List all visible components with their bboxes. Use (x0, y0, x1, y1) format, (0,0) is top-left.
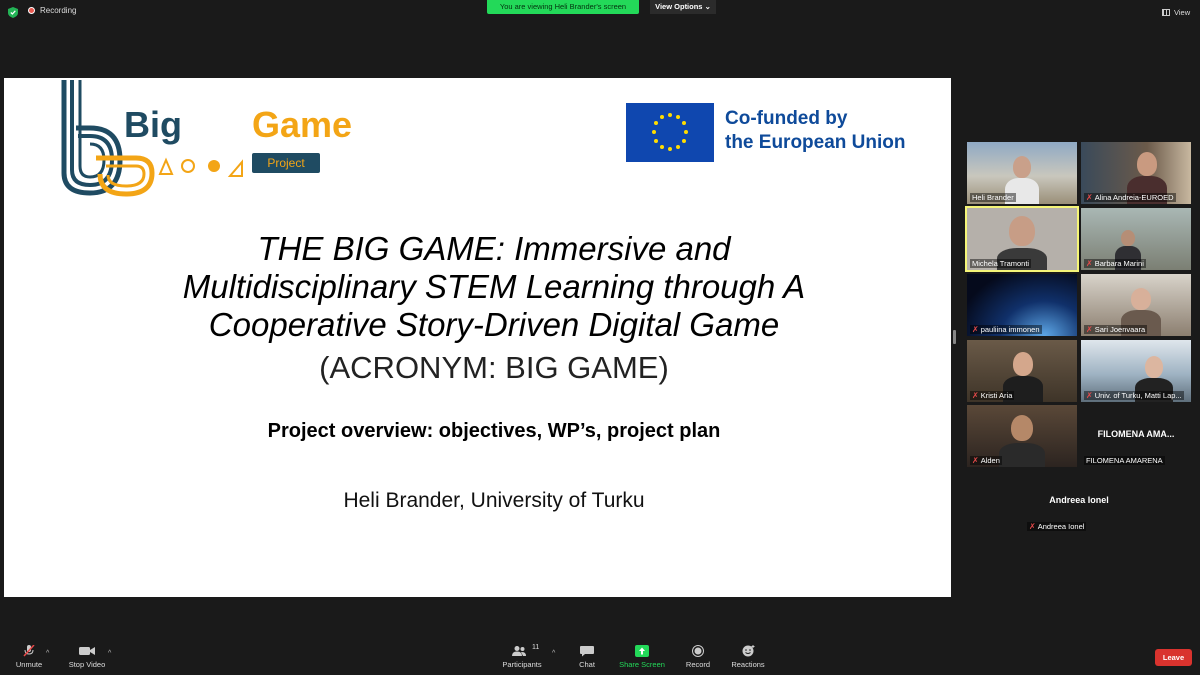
muted-mic-icon: ✗ (1086, 259, 1093, 268)
title-line-2: Multidisciplinary STEM Learning through … (182, 268, 806, 305)
participant-name: ✗ pauliina immonen (970, 325, 1042, 334)
muted-mic-icon: ✗ (1086, 193, 1093, 202)
chevron-down-icon: ⌄ (704, 2, 711, 11)
gallery-grid-icon (1162, 9, 1170, 16)
participant-name: Michela Tramonti (970, 259, 1032, 268)
participant-name: ✗ Alina Andreia-EUROED (1084, 193, 1176, 202)
muted-mic-icon (23, 645, 35, 657)
recording-indicator[interactable]: Recording (28, 6, 76, 15)
record-label: Record (685, 660, 711, 669)
participant-tile-active-speaker[interactable]: Michela Tramonti (965, 206, 1079, 272)
muted-mic-icon: ✗ (972, 391, 979, 400)
title-line-1: THE BIG GAME: Immersive and (257, 230, 731, 267)
unmute-button[interactable]: Unmute (4, 645, 54, 669)
view-options-label: View Options (655, 2, 703, 11)
reactions-button[interactable]: Reactions (723, 645, 773, 669)
panel-resize-handle[interactable] (953, 330, 956, 344)
participant-video (1013, 156, 1031, 178)
slide-author: Heli Brander, University of Turku (343, 489, 645, 512)
muted-mic-icon: ✗ (1086, 325, 1093, 334)
muted-mic-icon: ✗ (972, 456, 979, 465)
chat-label: Chat (579, 660, 595, 669)
participant-name: ✗ Andreea Ionel (1027, 522, 1087, 531)
security-shield-icon[interactable] (8, 7, 18, 18)
big-game-logo: Big Game Project (56, 78, 352, 198)
participant-name: ✗ Barbara Marini (1084, 259, 1146, 268)
participant-name: ✗ Alden (970, 456, 1002, 465)
shared-screen-slide: Big Game Project Co-funded by the Europe… (4, 78, 951, 597)
participant-tile[interactable]: ✗ Alina Andreia-EUROED (1081, 142, 1191, 204)
participant-video (1145, 356, 1163, 378)
smiley-reaction-icon (742, 645, 755, 657)
participant-tile[interactable]: ✗ pauliina immonen (967, 274, 1077, 336)
reactions-label: Reactions (731, 660, 765, 669)
video-camera-icon (79, 647, 95, 655)
participants-options-caret-icon[interactable]: ^ (552, 650, 555, 657)
record-icon (692, 645, 704, 657)
participant-video (1121, 230, 1135, 246)
audio-options-caret-icon[interactable]: ^ (46, 650, 49, 657)
title-line-3: Cooperative Story-Driven Digital Game (208, 306, 780, 343)
participant-name: Heli Brander (970, 193, 1016, 202)
slide-acronym: (ACRONYM: BIG GAME) (319, 350, 669, 385)
meeting-toolbar: Unmute ^ Stop Video ^ 11 Participants ^ (0, 640, 1200, 675)
eu-line-1: Co-funded by (725, 108, 848, 129)
eu-flag-icon (626, 103, 714, 162)
logo-text-game: Game (252, 104, 353, 145)
muted-mic-icon: ✗ (972, 325, 979, 334)
participant-tile[interactable]: ✗ Univ. of Turku, Matti Lap... (1081, 340, 1191, 402)
recording-dot-icon (28, 7, 35, 14)
chat-bubble-icon (580, 646, 594, 657)
recording-label: Recording (40, 6, 77, 15)
participant-name: ✗ Kristi Aria (970, 391, 1015, 400)
leave-meeting-button[interactable]: Leave (1155, 649, 1192, 666)
participant-name: ✗ Sari Joenvaara (1084, 325, 1148, 334)
participants-count: 11 (532, 644, 540, 651)
participant-tile[interactable]: Heli Brander (967, 142, 1077, 204)
muted-mic-icon: ✗ (1029, 522, 1036, 531)
participant-tile[interactable]: ✗ Alden (967, 405, 1077, 467)
record-button[interactable]: Record (673, 645, 723, 669)
video-options-caret-icon[interactable]: ^ (108, 650, 111, 657)
participant-video (1011, 415, 1033, 441)
view-button[interactable]: View (1162, 8, 1190, 17)
participant-video (1131, 288, 1151, 310)
share-screen-label: Share Screen (619, 660, 665, 669)
stop-video-label: Stop Video (68, 660, 106, 669)
logo-text-big: Big (124, 104, 182, 145)
participant-tile[interactable]: FILOMENA AMA... FILOMENA AMARENA (1081, 405, 1191, 467)
participants-button[interactable]: 11 Participants (497, 644, 547, 669)
participant-name: FILOMENA AMARENA (1084, 456, 1165, 465)
top-bar: Recording You are viewing Heli Brander's… (0, 0, 1200, 26)
participant-video (1137, 152, 1157, 176)
logo-text-project: Project (252, 153, 320, 173)
eu-cofunded-text: Co-funded by the European Union (725, 107, 906, 155)
slide-title: THE BIG GAME: Immersive and Multidiscipl… (104, 230, 884, 344)
muted-mic-icon: ✗ (1086, 391, 1093, 400)
chat-button[interactable]: Chat (562, 645, 612, 669)
view-label: View (1174, 8, 1191, 17)
participant-tile[interactable]: ✗ Sari Joenvaara (1081, 274, 1191, 336)
view-options-button[interactable]: View Options ⌄ (650, 0, 716, 14)
participants-label: Participants (502, 660, 542, 669)
unmute-label: Unmute (15, 660, 43, 669)
participant-video (1009, 216, 1035, 246)
participant-tile[interactable]: ✗ Barbara Marini (1081, 208, 1191, 270)
participant-tile[interactable]: ✗ Kristi Aria (967, 340, 1077, 402)
slide-overview: Project overview: objectives, WP’s, proj… (267, 420, 721, 442)
participant-display-name: FILOMENA AMA... (1097, 429, 1175, 439)
participants-icon (512, 646, 526, 656)
stop-video-button[interactable]: Stop Video (62, 645, 112, 669)
share-screen-button[interactable]: Share Screen (617, 645, 667, 669)
screen-share-banner: You are viewing Heli Brander's screen (487, 0, 639, 14)
participant-tile[interactable]: Andreea Ionel ✗ Andreea Ionel (1024, 471, 1134, 533)
participant-name: ✗ Univ. of Turku, Matti Lap... (1084, 391, 1184, 400)
eu-line-2: the European Union (725, 132, 906, 153)
participant-display-name: Andreea Ionel (1049, 495, 1109, 505)
zoom-meeting-window: Recording You are viewing Heli Brander's… (0, 0, 1200, 675)
participant-video (1013, 352, 1033, 376)
share-screen-arrow-icon (635, 645, 649, 657)
